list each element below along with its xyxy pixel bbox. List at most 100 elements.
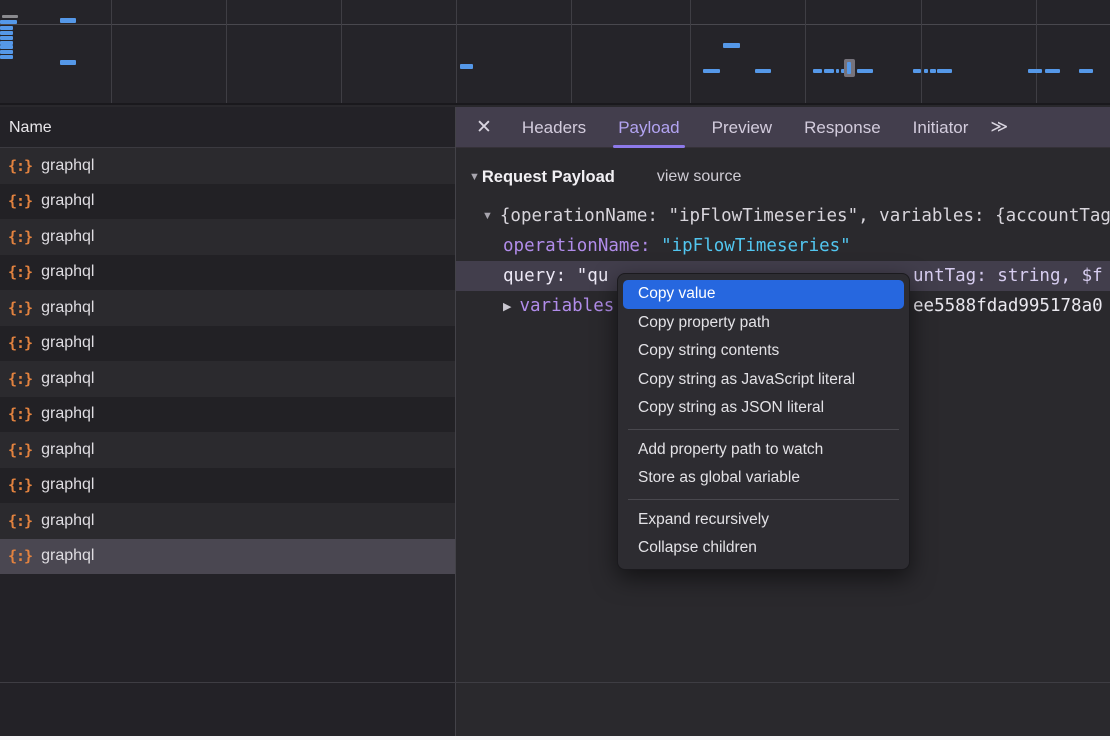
request-timing-bar [0,26,13,30]
json-braces-icon: {:} [8,512,32,530]
request-row-graphql[interactable]: {:} graphql [0,539,455,575]
property-value-fragment: ee5588fdad995178a0 [913,291,1103,321]
json-braces-icon: {:} [8,157,32,175]
overview-grid-line [571,0,572,103]
json-braces-icon: {:} [8,299,32,317]
tab-payload[interactable]: Payload [618,107,679,148]
menu-item-copy-value[interactable]: Copy value [623,280,904,309]
request-timing-bar [0,20,17,24]
request-timing-bar [813,69,822,73]
root-object-preview: {operationName: "ipFlowTimeseries", vari… [500,206,1110,226]
overview-grid-line [1036,0,1037,103]
expand-triangle-icon[interactable]: ▶ [503,300,511,313]
request-timing-bar [0,31,13,35]
request-row-graphql[interactable]: {:}graphql [0,468,455,504]
menu-item-add-property-path-to-watch[interactable]: Add property path to watch [623,436,904,465]
request-timing-bar [1045,69,1060,73]
request-row-graphql[interactable]: {:} graphql [0,148,455,184]
menu-item-copy-string-contents[interactable]: Copy string contents [623,337,904,366]
request-row-graphql[interactable]: {:} graphql [0,432,455,468]
network-split-view: Name {:}graphql{:}graphql{:}graphql{:}gr… [0,107,1110,740]
tab-preview[interactable]: Preview [712,107,772,148]
tabs-container: Headers Payload Preview Response Initiator [506,107,984,148]
overview-grid-line [341,0,342,103]
request-row-graphql[interactable]: {:}graphql [0,397,455,433]
expand-triangle-icon[interactable]: ▼ [482,210,493,222]
menu-item-copy-string-as-javascript-literal[interactable]: Copy string as JavaScript literal [623,366,904,395]
tab-response[interactable]: Response [804,107,881,148]
request-name-label: graphql [41,157,94,175]
overview-grid-line [456,0,457,103]
request-timing-bar [0,55,13,59]
name-column-header[interactable]: Name [0,107,455,148]
network-overview-waterfall[interactable] [0,0,1110,105]
more-tabs-chevron-icon[interactable]: ≫ [990,117,1006,137]
tab-initiator[interactable]: Initiator [913,107,969,148]
request-timing-bar [824,69,834,73]
request-row-graphql[interactable]: {:} graphql [0,255,455,291]
overview-grid-line [111,0,112,103]
request-payload-section-header[interactable]: ▼ Request Payload view source [456,164,1110,190]
request-list: {:} graphql {:} graphql {:} graphql {:} graphql… [0,148,455,574]
request-name-label: graphql [41,476,94,494]
menu-item-collapse-children[interactable]: Collapse children [623,534,904,563]
request-row-graphql[interactable]: {:} graphql [0,503,455,539]
request-row-graphql[interactable]: {:}graphql [0,290,455,326]
json-braces-icon: {:} [8,441,32,459]
close-icon[interactable]: ✕ [476,116,492,139]
property-key: query: [503,266,566,286]
json-braces-icon: {:} [8,228,32,246]
request-timing-bar [60,60,76,65]
request-timing-bar [1028,69,1042,73]
detail-tab-bar: ✕ Headers Payload Preview Response Initiator… [456,107,1110,148]
request-timing-bar [723,43,740,48]
json-braces-icon: {:} [8,334,32,352]
json-braces-icon: {:} [8,547,32,565]
request-timing-bar [857,69,873,73]
json-braces-icon: {:} [8,405,32,423]
menu-item-copy-string-as-json-literal[interactable]: Copy string as JSON literal [623,394,904,423]
request-name-label: graphql [41,370,94,388]
menu-item-store-as-global-variable[interactable]: Store as global variable [623,464,904,493]
request-timing-bar [60,18,76,23]
request-name-label: graphql [41,512,94,530]
tree-row-operationName[interactable]: operationName: "ipFlowTimeseries" [456,231,1110,261]
menu-item-copy-property-path[interactable]: Copy property path [623,309,904,338]
request-name-label: graphql [41,547,94,565]
request-name-label: graphql [41,263,94,281]
menu-item-expand-recursively[interactable]: Expand recursively [623,506,904,535]
request-timing-bar [0,36,13,40]
property-value: "ipFlowTimeseries" [661,236,851,256]
request-row-graphql[interactable]: {:}graphql [0,326,455,362]
request-list-panel: Name {:}graphql{:}graphql{:}graphql{:}gr… [0,107,456,740]
request-timing-bar [836,69,839,73]
request-timing-bar [0,45,13,49]
property-key: operationName: [503,236,651,256]
request-timing-bar [1079,69,1093,73]
context-menu: Copy valueCopy property pathCopy string … [617,273,910,570]
request-row-graphql[interactable]: {:}graphql [0,184,455,220]
tab-headers[interactable]: Headers [522,107,586,148]
collapse-triangle-icon: ▼ [469,171,480,183]
json-braces-icon: {:} [8,263,32,281]
menu-separator [628,429,899,430]
request-row-graphql[interactable]: {:} graphql [0,219,455,255]
page-bottom-edge [0,736,1110,740]
request-timing-bar [937,69,952,73]
json-braces-icon: {:} [8,192,32,210]
request-timing-bar [913,69,921,73]
overview-grid-line [690,0,691,103]
overview-grid-line [805,0,806,103]
request-timing-bar [924,69,928,73]
request-timing-bar [930,69,936,73]
request-row-graphql[interactable]: {:} graphql [0,361,455,397]
request-timing-bar [0,50,13,54]
view-source-link[interactable]: view source [657,168,741,186]
request-name-label: graphql [41,441,94,459]
property-value-start: "qu [577,266,609,286]
property-key: variables [519,296,614,316]
menu-separator [628,499,899,500]
json-braces-icon: {:} [8,370,32,388]
request-name-label: graphql [41,228,94,246]
tree-root-row[interactable]: ▼ {operationName: "ipFlowTimeseries", va… [456,201,1110,231]
